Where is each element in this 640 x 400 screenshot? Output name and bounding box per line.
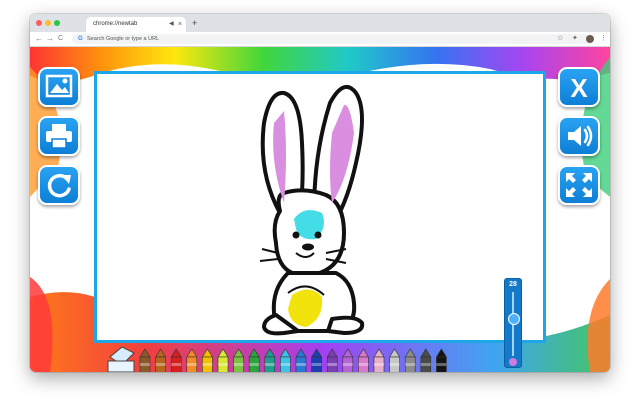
address-placeholder: Search Google or type a URL bbox=[87, 36, 160, 42]
tab-newtab[interactable]: chrome://newtab ◀ × bbox=[86, 17, 186, 32]
close-window-dot[interactable] bbox=[36, 20, 42, 26]
crayon-11[interactable] bbox=[295, 348, 307, 372]
crayon-5[interactable] bbox=[201, 348, 213, 372]
crayon-4[interactable] bbox=[186, 348, 198, 372]
profile-avatar[interactable] bbox=[586, 35, 594, 43]
reload-button[interactable]: C bbox=[58, 32, 63, 46]
extension-puzzle-icon[interactable]: ✦ bbox=[572, 32, 578, 46]
crayon-palette bbox=[107, 346, 447, 372]
speaker-icon[interactable]: ◀ bbox=[169, 17, 174, 32]
browser-menu-icon[interactable]: ⋮ bbox=[600, 32, 607, 46]
bookmark-star-icon[interactable]: ☆ bbox=[557, 32, 563, 46]
crayon-6[interactable] bbox=[217, 348, 229, 372]
crayon-1[interactable] bbox=[139, 348, 151, 372]
crayon-3[interactable] bbox=[170, 348, 182, 372]
crayon-17[interactable] bbox=[389, 348, 401, 372]
crayon-14[interactable] bbox=[342, 348, 354, 372]
browser-toolbar: ← → C G Search Google or type a URL ☆ ✦ … bbox=[30, 32, 610, 47]
minimize-window-dot[interactable] bbox=[45, 20, 51, 26]
crayon-13[interactable] bbox=[326, 348, 338, 372]
google-icon: G bbox=[78, 36, 83, 42]
crayon-16[interactable] bbox=[373, 348, 385, 372]
crayon-9[interactable] bbox=[264, 348, 276, 372]
crayon-8[interactable] bbox=[248, 348, 260, 372]
crayon-12[interactable] bbox=[311, 348, 323, 372]
crayon-15[interactable] bbox=[357, 348, 369, 372]
crayon-7[interactable] bbox=[233, 348, 245, 372]
crayon-10[interactable] bbox=[279, 348, 291, 372]
tab-title: chrome://newtab bbox=[93, 21, 138, 27]
address-bar[interactable]: G Search Google or type a URL bbox=[72, 34, 592, 44]
crayon-20[interactable] bbox=[435, 348, 447, 372]
crayon-2[interactable] bbox=[155, 348, 167, 372]
back-button[interactable]: ← bbox=[35, 32, 43, 46]
tab-close-icon[interactable]: × bbox=[178, 17, 182, 32]
coloring-app: X 28 bbox=[30, 47, 610, 372]
forward-button[interactable]: → bbox=[46, 32, 54, 46]
tab-bar: chrome://newtab ◀ × + bbox=[30, 14, 610, 32]
eraser-tool[interactable] bbox=[107, 346, 135, 372]
crayon-19[interactable] bbox=[420, 348, 432, 372]
maximize-window-dot[interactable] bbox=[54, 20, 60, 26]
crayon-18[interactable] bbox=[404, 348, 416, 372]
new-tab-button[interactable]: + bbox=[192, 16, 197, 30]
browser-window: chrome://newtab ◀ × + ← → C G Search Goo… bbox=[30, 14, 610, 372]
